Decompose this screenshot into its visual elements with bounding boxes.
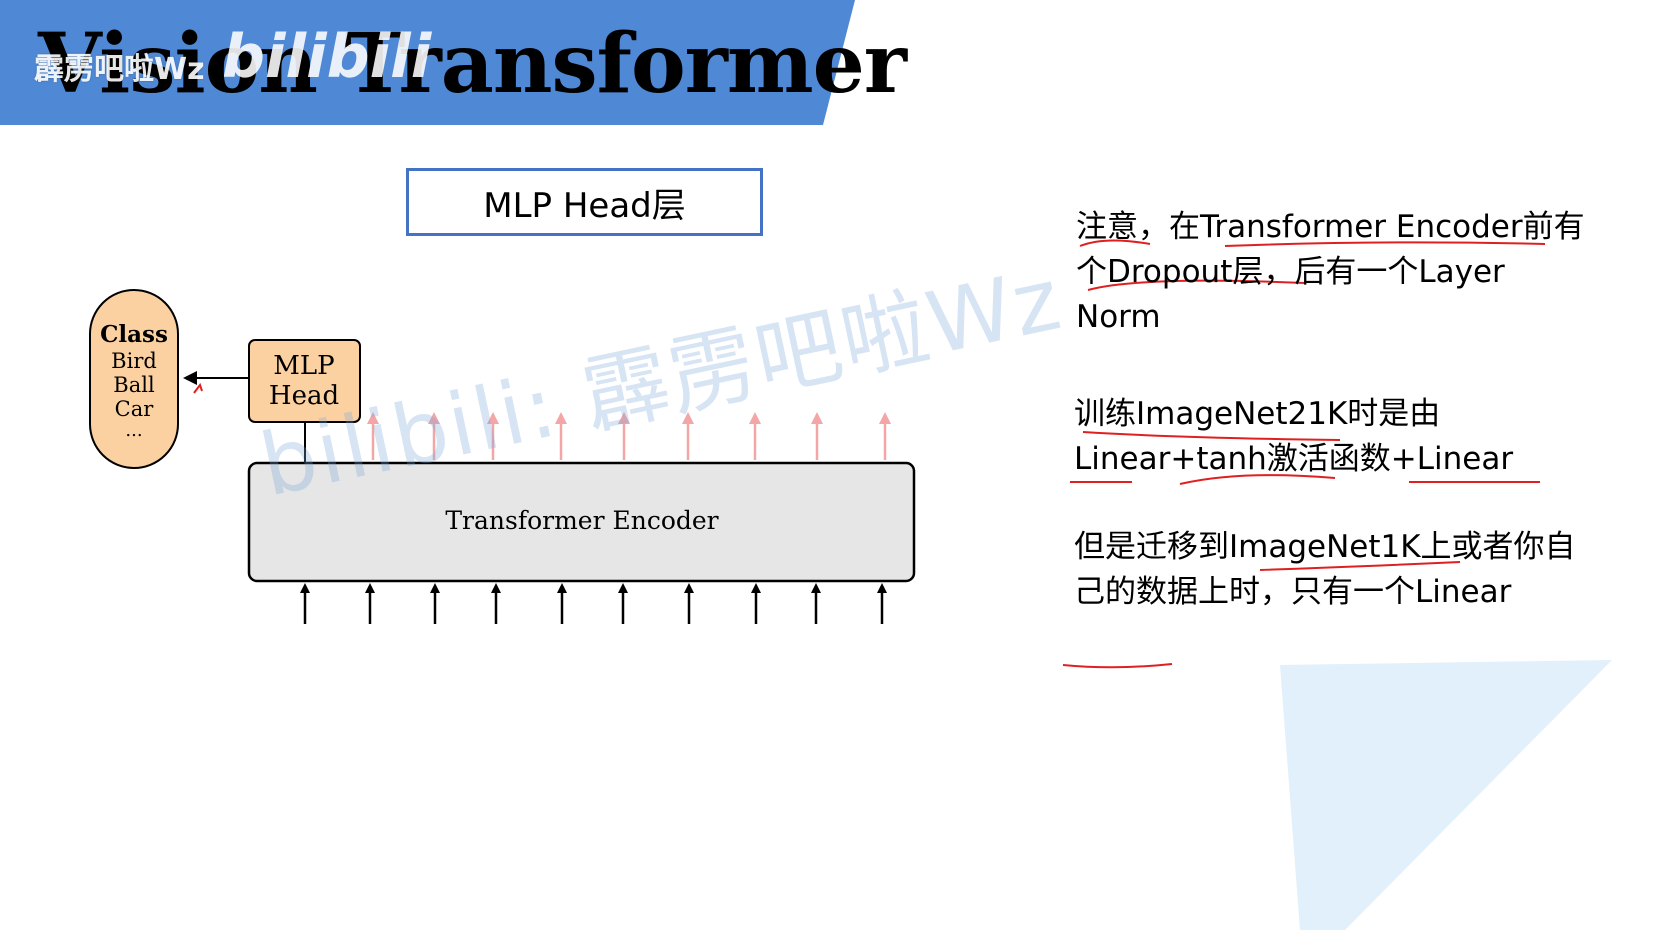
note-dropout-layernorm: 注意，在Transformer Encoder前有个Dropout层，后有一个L… [1076,209,1585,335]
class-item-ellipsis: ... [125,420,142,441]
decorative-triangle [1280,660,1612,930]
class-item-ball: Ball [113,373,155,397]
class-title: Class [100,321,168,348]
transformer-encoder-label: Transformer Encoder [445,506,718,535]
note-imagenet21k: 训练ImageNet21K时是由Linear+tanh激活函数+Linear [1074,396,1514,477]
slide: Vision Transformer 霹雳吧啦Wz bilibili MLP H… [0,0,1671,930]
class-item-bird: Bird [111,349,157,373]
input-arrows [300,583,887,624]
mlp-head-line1: MLP [273,351,334,381]
class-item-car: Car [115,397,155,421]
underline-linear-3 [1062,663,1173,669]
note-imagenet1k: 但是迁移到ImageNet1K上或者你自己的数据上时，只有一个Linear [1074,529,1576,610]
red-annotation-tick [193,382,203,394]
